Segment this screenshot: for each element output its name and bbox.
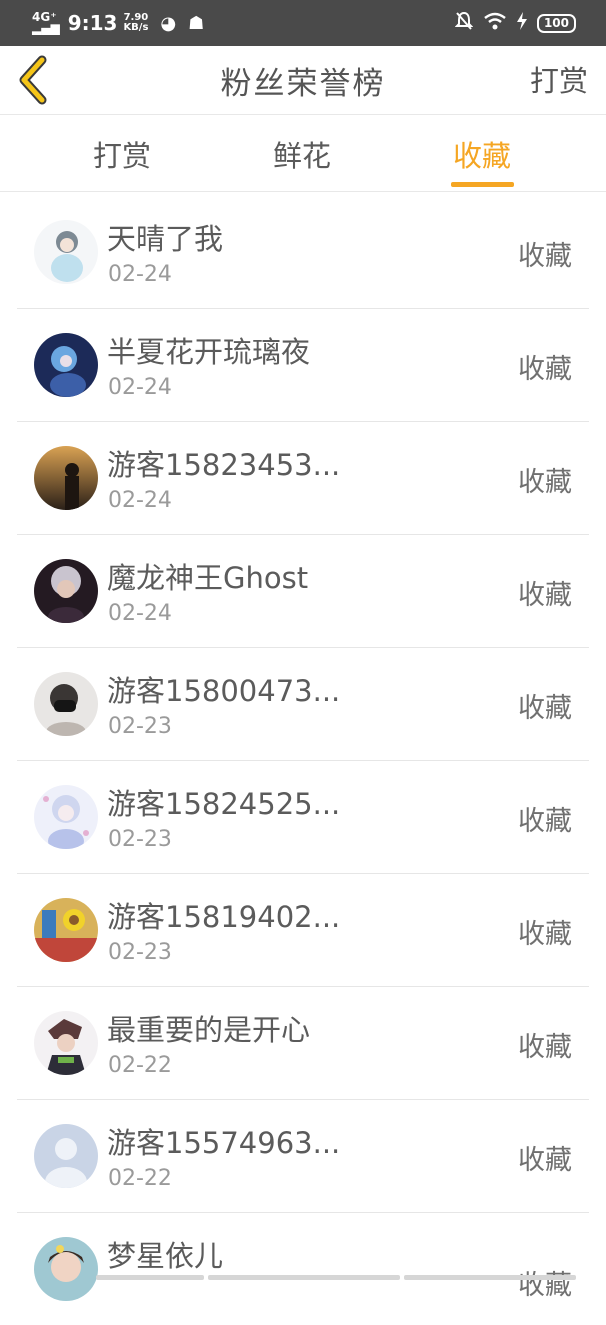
avatar — [34, 446, 98, 510]
favorite-label: 收藏 — [518, 693, 572, 724]
favorite-label: 收藏 — [518, 1032, 572, 1063]
list-item[interactable]: 最重要的是开心 02-22 收藏 — [17, 987, 589, 1100]
fan-date: 02-23 — [108, 827, 172, 852]
charging-icon — [516, 12, 527, 34]
list-item[interactable]: 游客15800473... 02-23 收藏 — [17, 648, 589, 761]
list-item[interactable]: 半夏花开琉璃夜 02-24 收藏 — [17, 309, 589, 422]
avatar — [34, 220, 98, 284]
fan-date: 02-24 — [108, 375, 172, 400]
favorite-label: 收藏 — [518, 580, 572, 611]
fan-name: 游客15823453... — [107, 448, 341, 482]
avatar — [34, 1011, 98, 1075]
fan-name: 最重要的是开心 — [107, 1013, 311, 1047]
fan-date: 02-22 — [108, 1166, 172, 1191]
signal-indicator: 4G⁺ ▂▄▆ — [32, 11, 60, 35]
fan-name: 梦星依儿 — [107, 1239, 224, 1273]
favorite-label: 收藏 — [518, 1270, 572, 1301]
wifi-icon — [483, 12, 507, 34]
tab-bar: 打赏 鲜花 收藏 — [0, 115, 606, 192]
fan-name: 半夏花开琉璃夜 — [107, 335, 311, 369]
favorite-label: 收藏 — [518, 919, 572, 950]
list-item[interactable]: 游客15819402... 02-23 收藏 — [17, 874, 589, 987]
list-item[interactable]: 游客15574963... 02-22 收藏 — [17, 1100, 589, 1213]
fan-date: 02-24 — [108, 601, 172, 626]
mute-bell-icon — [454, 11, 474, 35]
favorite-label: 收藏 — [518, 241, 572, 272]
fan-name: 游客15824525... — [107, 787, 341, 821]
active-tab-indicator — [451, 182, 514, 187]
list-item[interactable]: 游客15823453... 02-24 收藏 — [17, 422, 589, 535]
list-item[interactable]: 魔龙神王Ghost 02-24 收藏 — [17, 535, 589, 648]
avatar — [34, 898, 98, 962]
network-speed: 7.90 KB/s — [123, 13, 148, 33]
list-item[interactable]: 梦星依儿 收藏 — [17, 1213, 589, 1325]
fan-date: 02-24 — [108, 262, 172, 287]
favorite-label: 收藏 — [518, 806, 572, 837]
battery-indicator: 100 — [536, 13, 576, 33]
fan-name: 魔龙神王Ghost — [107, 561, 309, 595]
bottom-overlay-bar — [96, 1275, 606, 1280]
avatar — [34, 1124, 98, 1188]
tab-favorites[interactable]: 收藏 — [453, 133, 511, 175]
clock: 9:13 — [67, 11, 118, 35]
list-item[interactable]: 天晴了我 02-24 收藏 — [17, 196, 589, 309]
list-item[interactable]: 游客15824525... 02-23 收藏 — [17, 761, 589, 874]
speedometer-icon: ◕ — [160, 12, 177, 34]
fan-name: 游客15819402... — [107, 900, 341, 934]
fan-date: 02-22 — [108, 1053, 172, 1078]
fan-name: 游客15574963... — [107, 1126, 341, 1160]
avatar — [34, 672, 98, 736]
fan-name: 游客15800473... — [107, 674, 341, 708]
speed-unit: KB/s — [123, 22, 149, 33]
avatar — [34, 333, 98, 397]
tab-reward[interactable]: 打赏 — [93, 133, 151, 175]
qq-icon: ☗ — [188, 12, 205, 34]
fan-name: 天晴了我 — [107, 222, 224, 256]
signal-bars-icon: ▂▄▆ — [32, 21, 60, 35]
fan-date: 02-23 — [108, 940, 172, 965]
favorite-label: 收藏 — [518, 1145, 572, 1176]
avatar — [34, 785, 98, 849]
top-bar: 粉丝荣誉榜 打赏 — [0, 46, 606, 115]
page-title: 粉丝荣誉榜 — [220, 66, 386, 102]
avatar — [34, 559, 98, 623]
fan-date: 02-24 — [108, 488, 172, 513]
favorite-label: 收藏 — [518, 467, 572, 498]
tab-flowers[interactable]: 鲜花 — [273, 133, 331, 175]
reward-button[interactable]: 打赏 — [530, 58, 588, 100]
avatar — [34, 1237, 98, 1301]
status-bar: 4G⁺ ▂▄▆ 9:13 7.90 KB/s ◕ ☗ 100 — [0, 0, 606, 46]
favorite-label: 收藏 — [518, 354, 572, 385]
fan-date: 02-23 — [108, 714, 172, 739]
